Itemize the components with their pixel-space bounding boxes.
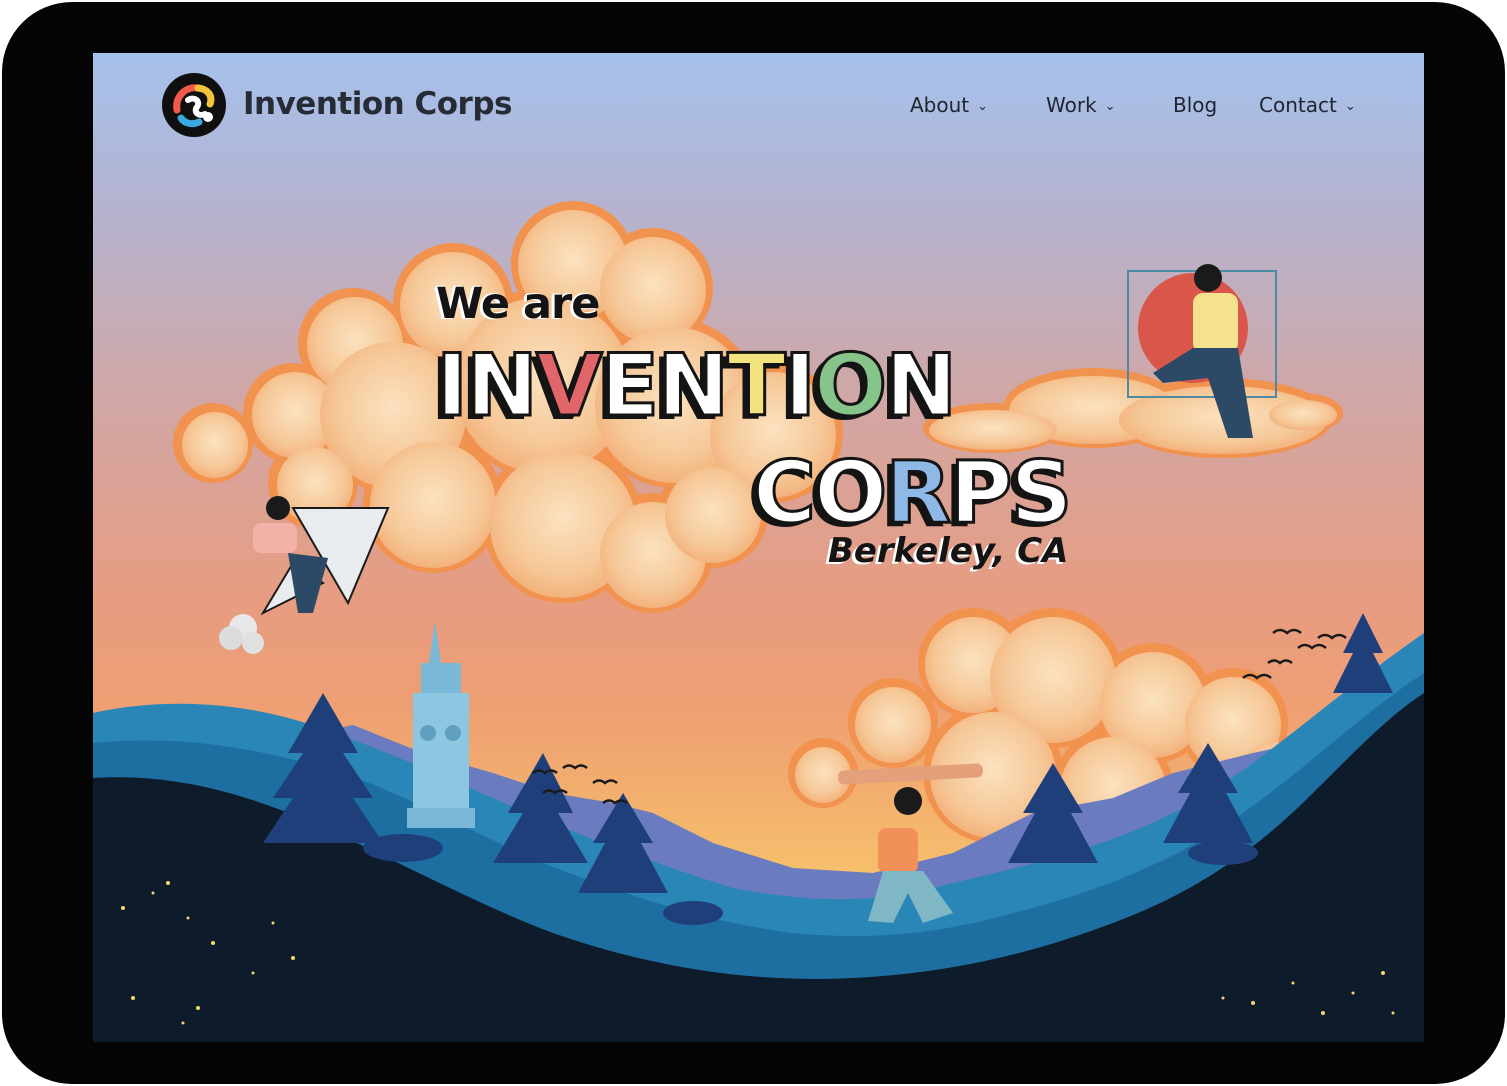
hero-location: Berkeley, CA xyxy=(828,531,1069,571)
hero-title-part: PS xyxy=(948,443,1074,543)
nav-contact[interactable]: Contact ⌄ xyxy=(1259,93,1356,117)
hero-title-part: O xyxy=(812,336,888,436)
hero-title-part: IN xyxy=(435,336,540,436)
device-frame: Invention Corps About ⌄ Work ⌄ Blog Cont… xyxy=(2,2,1505,1084)
hero-title-part: R xyxy=(884,443,953,543)
nav-about[interactable]: About ⌄ xyxy=(910,93,988,117)
chevron-down-icon: ⌄ xyxy=(1344,98,1356,114)
nav-about-label: About xyxy=(910,93,970,117)
hero-title-part: V xyxy=(534,336,604,436)
chevron-down-icon: ⌄ xyxy=(977,98,989,114)
nav-blog[interactable]: Blog xyxy=(1173,93,1217,117)
nav-blog-label: Blog xyxy=(1173,93,1218,117)
brand-name[interactable]: Invention Corps xyxy=(243,86,513,122)
nav-contact-label: Contact xyxy=(1259,93,1337,117)
campanile-tower xyxy=(407,621,475,828)
nav-work-label: Work xyxy=(1046,93,1097,117)
website-screen: Invention Corps About ⌄ Work ⌄ Blog Cont… xyxy=(93,53,1424,1042)
hero-title-corps: CORPS xyxy=(751,449,1073,538)
brand-logo-icon[interactable] xyxy=(161,72,227,138)
hero-title-part: I xyxy=(782,336,817,436)
hero-illustration xyxy=(93,201,1424,1042)
figure-rocket-cursor xyxy=(219,496,390,654)
hero-title-part: EN xyxy=(599,336,731,436)
chevron-down-icon: ⌄ xyxy=(1104,98,1116,114)
hero-title-part: CO xyxy=(751,443,888,543)
hero-intro: We are xyxy=(436,279,600,329)
hero-title-invention: INVENTION xyxy=(435,342,959,431)
hero-title-part: T xyxy=(726,336,788,436)
nav-work[interactable]: Work ⌄ xyxy=(1046,93,1116,117)
hero-title-part: N xyxy=(884,336,959,436)
